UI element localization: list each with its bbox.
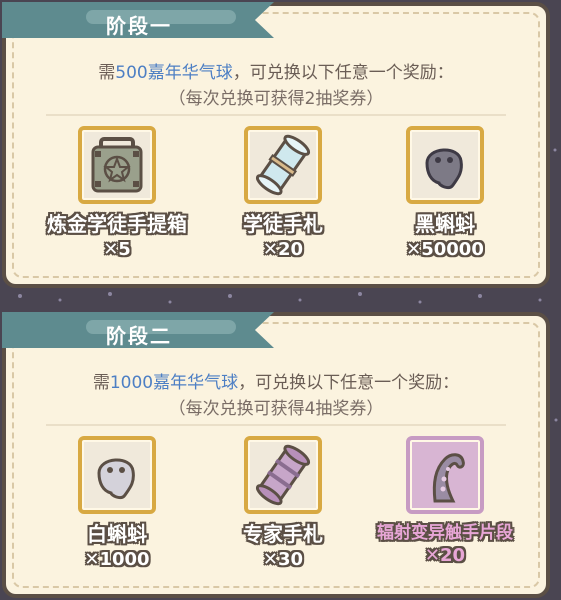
reward-name: 炼金学徒手提箱 [47,212,187,236]
stage-1-subnote: （每次兑换可获得2抽奖券） [168,89,384,109]
reward-name: 黑蝌蚪 [415,212,475,236]
reward-name: 学徒手札 [243,212,323,236]
stage-2-title: 阶段二 [106,324,172,348]
reward-quantity: ✕20 [262,239,304,260]
reward-quantity: ✕20 [424,545,466,566]
reward-card[interactable]: 黑蝌蚪 ✕50000 [370,126,520,260]
reward-name: 白蝌蚪 [87,522,147,546]
stage-2-required-item: 1000嘉年华气球 [109,373,239,393]
reward-quantity: ✕1000 [84,549,150,570]
stage-2-requirement: 需1000嘉年华气球，可兑换以下任意一个奖励： [92,373,460,393]
white-tadpole-icon [78,436,156,514]
reward-quantity: ✕5 [103,239,131,260]
black-tadpole-icon [406,126,484,204]
stage-2-subnote: （每次兑换可获得4抽奖券） [168,399,384,419]
stage-1-title: 阶段一 [106,14,172,38]
reward-card[interactable]: 白蝌蚪 ✕1000 [42,436,192,570]
expert-scroll-icon [244,436,322,514]
stage-1-requirement: 需500嘉年华气球，可兑换以下任意一个奖励： [98,63,454,83]
reward-card[interactable]: 炼金学徒手提箱 ✕5 [42,126,192,260]
reward-card[interactable]: 专家手札 ✕30 [208,436,358,570]
stage-1-divider [46,114,506,116]
reward-card[interactable]: 学徒手札 ✕20 [208,126,358,260]
tentacle-fragment-icon [406,436,484,514]
stage-1-panel: 阶段一 需500嘉年华气球，可兑换以下任意一个奖励： （每次兑换可获得2抽奖券）… [2,2,550,288]
reward-quantity: ✕50000 [406,239,484,260]
reward-card[interactable]: 辐射变异触手片段 ✕20 [370,436,520,566]
reward-name: 辐射变异触手片段 [377,523,513,543]
reward-name: 专家手札 [243,522,323,546]
reward-quantity: ✕30 [262,549,304,570]
stage-2-panel: 阶段二 需1000嘉年华气球，可兑换以下任意一个奖励： （每次兑换可获得4抽奖券… [2,312,550,598]
stage-1-required-item: 500嘉年华气球 [115,63,233,83]
scroll-icon [244,126,322,204]
alchemist-toolbox-icon [78,126,156,204]
stage-2-divider [46,424,506,426]
